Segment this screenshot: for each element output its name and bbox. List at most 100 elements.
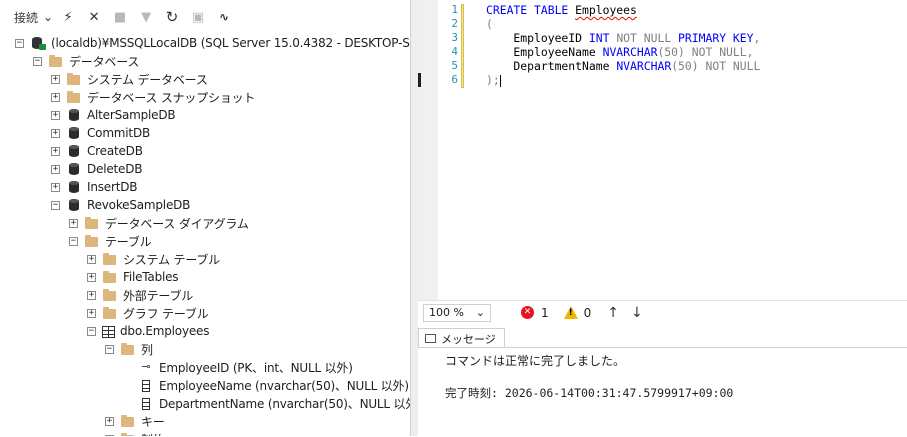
collapse-icon[interactable]: − — [69, 236, 78, 246]
tree-node-label: 制約 — [141, 431, 165, 437]
code-line: ); — [486, 73, 760, 87]
tree-node[interactable]: − テーブル — [69, 232, 152, 250]
query-editor[interactable]: 123456 CREATE TABLE Employees( EmployeeI… — [418, 0, 907, 300]
connect-button[interactable]: 接続 ⌄ — [14, 6, 53, 28]
activity-monitor-icon[interactable]: ∿ — [213, 6, 235, 28]
error-indicator[interactable]: ✕ 1 — [521, 306, 549, 320]
tree-node[interactable]: EmployeeName (nvarchar(50)、NULL 以外) — [123, 376, 409, 394]
expand-icon[interactable]: + — [105, 416, 114, 426]
tree-node[interactable]: − 列 — [105, 340, 153, 358]
code-text[interactable]: CREATE TABLE Employees( EmployeeID INT N… — [486, 3, 760, 87]
object-explorer-toolbar: 接続 ⌄ ⚡ ✕ ■ ▼ ↻ ▣ ∿ — [0, 0, 410, 34]
expand-icon[interactable]: + — [51, 110, 60, 120]
tree-node[interactable]: − dbo.Employees — [87, 322, 209, 340]
tree-node-label: データベース スナップショット — [87, 90, 256, 105]
connect-plug-icon[interactable]: ⚡ — [57, 6, 79, 28]
collapse-icon[interactable]: − — [15, 38, 24, 48]
tree-node-label: DepartmentName (nvarchar(50)、NULL 以外) — [159, 396, 410, 411]
tree-node[interactable]: − データベース — [33, 52, 139, 70]
error-count: 1 — [541, 305, 549, 320]
database-icon — [66, 126, 82, 140]
folder-icon — [84, 234, 100, 248]
collapse-icon[interactable]: − — [87, 326, 96, 336]
expand-icon[interactable]: + — [87, 272, 96, 282]
expand-icon[interactable]: + — [87, 308, 96, 318]
results-tabs: メッセージ — [418, 328, 505, 348]
code-token: ( — [486, 17, 493, 31]
tree-node[interactable]: ⊸ EmployeeID (PK、int、NULL 以外) — [123, 358, 352, 376]
tree-node-label: テーブル — [105, 234, 152, 249]
tree-node-label: システム データベース — [87, 72, 208, 87]
disconnect-icon[interactable]: ✕ — [83, 6, 105, 28]
messages-body: コマンドは正常に完了しました。 完了時刻: 2026-06-14T00:31:4… — [418, 347, 907, 437]
collapse-icon[interactable]: − — [105, 344, 114, 354]
warning-count: 0 — [583, 305, 592, 320]
chevron-down-icon: ⌄ — [475, 306, 485, 319]
tree-node-label: InsertDB — [87, 180, 138, 194]
code-token: NOT NULL — [616, 31, 679, 45]
completion-time: 完了時刻: 2026-06-14T00:31:47.5799917+09:00 — [445, 386, 734, 400]
filter-icon[interactable]: ▼ — [135, 6, 157, 28]
collapse-icon[interactable]: − — [51, 200, 60, 210]
tab-messages[interactable]: メッセージ — [418, 328, 505, 348]
tree-node-label: グラフ テーブル — [123, 306, 209, 321]
code-token: DepartmentName — [486, 59, 617, 73]
chevron-down-icon: ⌄ — [43, 10, 54, 24]
code-token: EmployeeID — [486, 31, 589, 45]
tree-node[interactable]: − (localdb)¥MSSQLLocalDB (SQL Server 15.0… — [15, 34, 410, 52]
expand-icon[interactable]: + — [51, 164, 60, 174]
tree-node[interactable]: + データベース スナップショット — [51, 88, 255, 106]
tree-node[interactable]: +制約 — [105, 430, 165, 436]
column-icon — [142, 397, 150, 410]
collapse-icon[interactable]: − — [33, 56, 42, 66]
folder-icon — [120, 432, 136, 436]
tree-node[interactable]: + キー — [105, 412, 165, 430]
pane-splitter[interactable] — [410, 0, 418, 436]
code-token: ); — [486, 73, 500, 87]
summary-icon[interactable]: ▣ — [187, 6, 209, 28]
tree-node[interactable]: DepartmentName (nvarchar(50)、NULL 以外) — [123, 394, 410, 412]
expand-icon[interactable]: + — [51, 182, 60, 192]
tree-node[interactable]: + DeleteDB — [51, 160, 143, 178]
line-number: 1 — [451, 3, 458, 16]
table-icon — [102, 325, 115, 338]
tree-node[interactable]: + CommitDB — [51, 124, 150, 142]
tree-node[interactable]: + AlterSampleDB — [51, 106, 176, 124]
folder-icon — [120, 342, 136, 356]
stop-icon[interactable]: ■ — [109, 6, 131, 28]
next-issue-arrow-down-icon[interactable]: ↓ — [631, 305, 643, 321]
tree-node-label: EmployeeName (nvarchar(50)、NULL 以外) — [159, 378, 409, 393]
tree-node-label: (localdb)¥MSSQLLocalDB (SQL Server 15.0.… — [51, 36, 410, 50]
expand-icon[interactable]: + — [51, 146, 60, 156]
tree-node-label: dbo.Employees — [120, 324, 210, 338]
code-token: NVARCHAR — [602, 45, 658, 59]
folder-icon — [120, 414, 136, 428]
tree-node[interactable]: + CreateDB — [51, 142, 143, 160]
tree-node[interactable]: + システム テーブル — [87, 250, 220, 268]
expand-icon[interactable]: + — [87, 290, 96, 300]
tree-node[interactable]: + InsertDB — [51, 178, 137, 196]
server-icon — [30, 36, 46, 50]
refresh-icon[interactable]: ↻ — [161, 6, 183, 28]
code-token: NVARCHAR — [616, 59, 672, 73]
tree-node[interactable]: − RevokeSampleDB — [51, 196, 190, 214]
expand-icon[interactable]: + — [51, 128, 60, 138]
tree-node[interactable]: + 外部テーブル — [87, 286, 193, 304]
line-number: 3 — [451, 31, 458, 44]
code-token: (50) NOT NULL — [671, 59, 761, 73]
tree-node[interactable]: + システム データベース — [51, 70, 208, 88]
line-number: 6 — [451, 73, 458, 86]
previous-issue-arrow-up-icon[interactable]: ↑ — [607, 305, 619, 321]
expand-icon[interactable]: + — [51, 74, 60, 84]
tree-node-label: データベース — [69, 54, 140, 69]
code-line: CREATE TABLE Employees — [486, 3, 760, 17]
tree-node[interactable]: + データベース ダイアグラム — [69, 214, 249, 232]
expand-icon[interactable]: + — [51, 92, 60, 102]
tree-node[interactable]: + グラフ テーブル — [87, 304, 209, 322]
warning-indicator[interactable]: ! 0 — [563, 305, 592, 320]
zoom-dropdown[interactable]: 100 % ⌄ — [423, 303, 491, 322]
tree-node[interactable]: + FileTables — [87, 268, 179, 286]
expand-icon[interactable]: + — [87, 254, 96, 264]
text-caret — [499, 74, 501, 87]
expand-icon[interactable]: + — [69, 218, 78, 228]
